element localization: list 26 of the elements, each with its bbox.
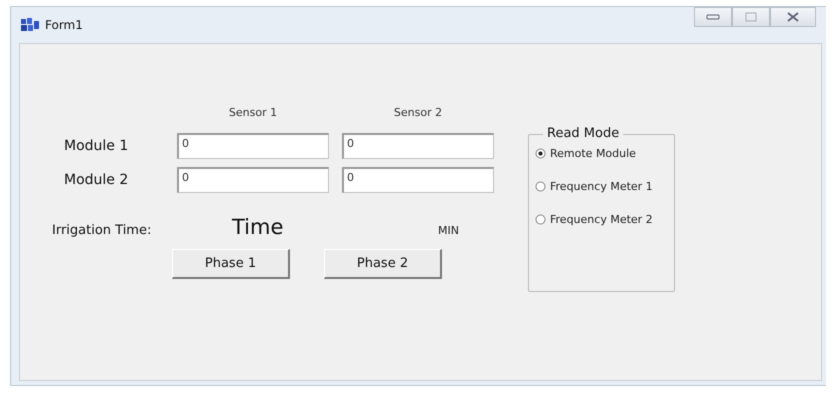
- phase-button[interactable]: Phase 2: [324, 249, 442, 279]
- app-icon: [21, 18, 39, 32]
- minimize-button[interactable]: [694, 7, 732, 27]
- radio-option[interactable]: Remote Module: [535, 147, 668, 160]
- input-field[interactable]: 0: [342, 167, 494, 193]
- column-header: Sensor 2: [392, 106, 444, 119]
- row-label: Module 2: [63, 172, 130, 188]
- row-label: Module 1: [63, 138, 130, 154]
- radio-button[interactable]: [535, 214, 546, 225]
- input-field[interactable]: 0: [177, 133, 329, 159]
- unit-label: MIN: [438, 224, 459, 237]
- window-title: Form1: [45, 18, 83, 32]
- close-button[interactable]: [770, 7, 816, 27]
- close-icon: [787, 12, 799, 22]
- maximize-icon: [745, 12, 757, 22]
- input-field[interactable]: 0: [342, 133, 494, 159]
- minimize-icon: [706, 14, 720, 20]
- input-field[interactable]: 0: [177, 167, 329, 193]
- radio-button[interactable]: [535, 148, 546, 159]
- radio-option[interactable]: Frequency Meter 2: [535, 213, 668, 226]
- radio-button[interactable]: [535, 181, 546, 192]
- phase-button[interactable]: Phase 1: [172, 249, 290, 279]
- irrigation-time-label: Irrigation Time:: [51, 223, 152, 238]
- time-value: Time: [232, 215, 284, 239]
- column-header: Sensor 1: [228, 106, 278, 119]
- radio-option[interactable]: Frequency Meter 1: [535, 180, 668, 193]
